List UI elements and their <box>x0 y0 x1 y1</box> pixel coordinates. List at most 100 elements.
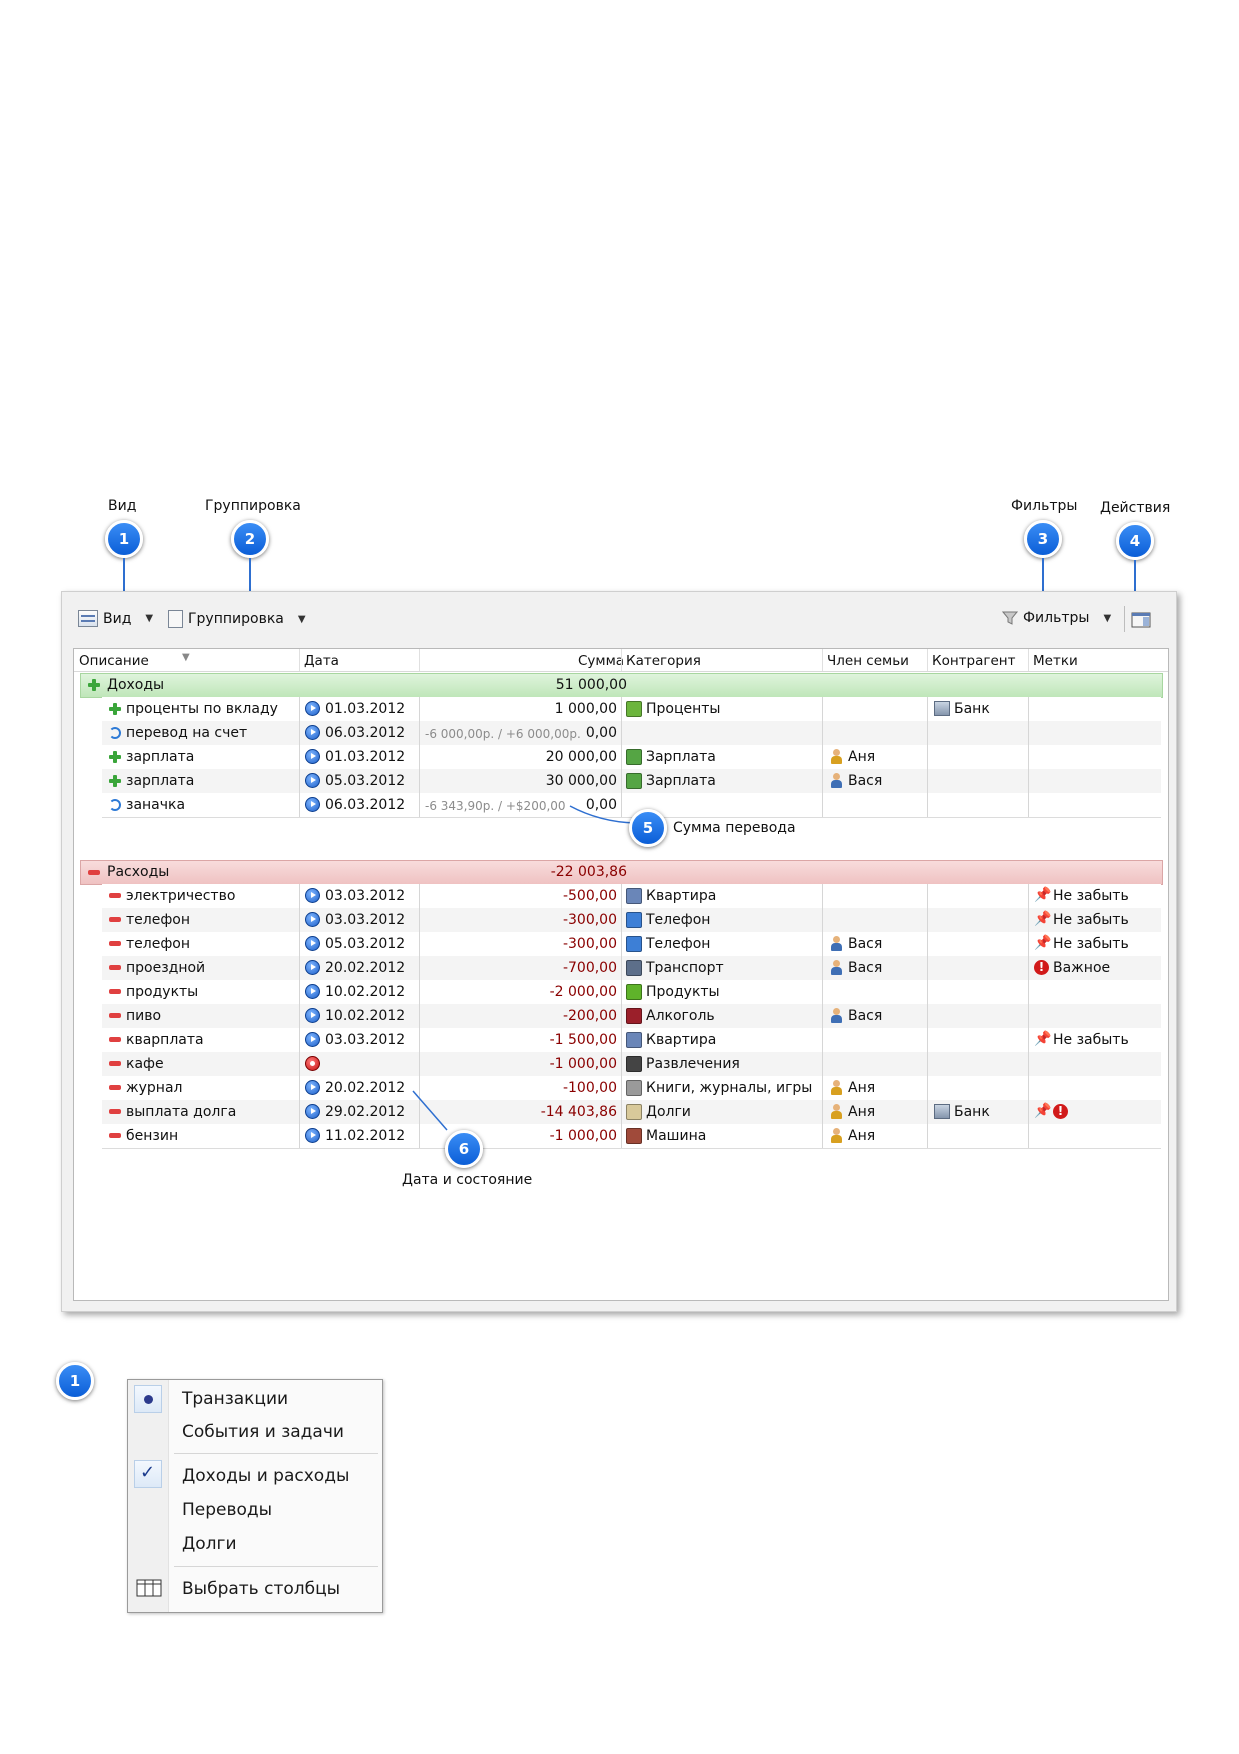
group-label: Расходы <box>107 864 170 880</box>
chevron-down-icon[interactable]: ▼ <box>298 614 306 625</box>
column-divider <box>299 932 300 956</box>
transactions-grid: Описание ▼ Дата Сумма Категория Член сем… <box>73 648 1169 1301</box>
column-divider <box>299 1052 300 1076</box>
menu-item-debts[interactable]: Долги <box>182 1534 237 1554</box>
overdue-status-icon[interactable] <box>305 1056 320 1071</box>
column-header-description[interactable]: Описание <box>79 653 149 669</box>
column-header-family-member[interactable]: Член семьи <box>827 653 909 669</box>
person-icon <box>830 749 842 765</box>
group-sum: -22 003,86 <box>550 864 627 880</box>
row-date: 05.03.2012 <box>325 773 406 789</box>
column-divider <box>822 884 823 908</box>
row-description: пиво <box>126 1008 162 1024</box>
transfer-sum: -6 000,00р. / +6 000,00р. <box>425 727 581 741</box>
column-divider <box>822 908 823 932</box>
row-amount: -1 000,00 <box>549 1128 617 1144</box>
filters-button[interactable]: Фильтры ▼ <box>1002 610 1111 626</box>
sort-arrow-icon[interactable]: ▼ <box>182 652 190 663</box>
column-divider <box>927 1052 928 1076</box>
chevron-down-icon[interactable]: ▼ <box>1103 613 1111 624</box>
row-description: кварплата <box>126 1032 204 1048</box>
menu-item-income-expenses[interactable]: Доходы и расходы <box>182 1466 349 1486</box>
scheduled-date-icon[interactable] <box>305 1032 320 1047</box>
callout-label-grouping: Группировка <box>205 498 301 514</box>
column-divider <box>927 908 928 932</box>
scheduled-date-icon[interactable] <box>305 1128 320 1143</box>
scheduled-date-icon[interactable] <box>305 1008 320 1023</box>
column-divider <box>927 1004 928 1028</box>
table-row[interactable]: пиво 10.02.2012 -200,00 Алкоголь Вася <box>102 1004 1161 1029</box>
column-header-amount[interactable]: Сумма <box>578 653 624 669</box>
callout-label-filters: Фильтры <box>1011 498 1078 514</box>
row-category: Зарплата <box>646 773 716 789</box>
row-category: Транспорт <box>646 960 724 976</box>
column-divider <box>822 793 823 817</box>
minus-icon <box>109 917 121 922</box>
column-header-category[interactable]: Категория <box>626 653 701 669</box>
row-date: 29.02.2012 <box>325 1104 406 1120</box>
row-date: 01.03.2012 <box>325 701 406 717</box>
row-date: 03.03.2012 <box>325 888 406 904</box>
table-row[interactable]: электричество 03.03.2012 -500,00 Квартира 📌 Н… <box>102 884 1161 909</box>
row-amount: 20 000,00 <box>545 749 617 765</box>
column-divider <box>822 721 823 745</box>
minus-icon <box>109 965 121 970</box>
column-divider <box>419 769 420 793</box>
pushpin-icon: 📌 <box>1034 887 1052 903</box>
table-row[interactable]: проценты по вкладу 01.03.2012 1 000,00 Проц… <box>102 697 1161 722</box>
row-description: проценты по вкладу <box>126 701 278 717</box>
category-icon <box>626 984 642 1000</box>
table-row[interactable]: телефон 05.03.2012 -300,00 Телефон Вася 📌 Не з… <box>102 932 1161 957</box>
row-amount: -100,00 <box>562 1080 617 1096</box>
column-header-counterparty[interactable]: Контрагент <box>932 653 1015 669</box>
view-button[interactable]: Вид ▼ <box>78 610 153 627</box>
scheduled-date-icon[interactable] <box>305 1080 320 1095</box>
minus-icon <box>109 1085 121 1090</box>
scheduled-date-icon[interactable] <box>305 936 320 951</box>
category-icon <box>626 888 642 904</box>
scheduled-date-icon[interactable] <box>305 749 320 764</box>
row-tag: Важное <box>1053 960 1111 976</box>
scheduled-date-icon[interactable] <box>305 888 320 903</box>
row-description: проездной <box>126 960 206 976</box>
table-row[interactable]: перевод на счет 06.03.2012 -6 000,00р. / +… <box>102 721 1161 746</box>
column-divider <box>299 1004 300 1028</box>
funnel-icon <box>1002 611 1018 625</box>
group-row-income[interactable]: Доходы 51 000,00 <box>80 673 1163 698</box>
menu-separator <box>174 1566 378 1567</box>
column-header-date[interactable]: Дата <box>304 653 339 669</box>
callout-badge-1: 1 <box>105 520 143 558</box>
menu-item-transfers[interactable]: Переводы <box>182 1500 272 1520</box>
scheduled-date-icon[interactable] <box>305 773 320 788</box>
category-icon <box>626 1104 642 1120</box>
table-row[interactable]: зарплата 01.03.2012 20 000,00 Зарплата Аня <box>102 745 1161 770</box>
callout-badge-3: 3 <box>1024 520 1062 558</box>
table-row[interactable]: журнал 20.02.2012 -100,00 Книги, журналы, и… <box>102 1076 1161 1101</box>
scheduled-date-icon[interactable] <box>305 1104 320 1119</box>
table-row[interactable]: проездной 20.02.2012 -700,00 Транспорт Вася!… <box>102 956 1161 981</box>
scheduled-date-icon[interactable] <box>305 725 320 740</box>
row-category: Проценты <box>646 701 721 717</box>
row-category: Квартира <box>646 1032 717 1048</box>
scheduled-date-icon[interactable] <box>305 912 320 927</box>
menu-item-transactions[interactable]: Транзакции <box>182 1389 288 1409</box>
bank-icon <box>934 1104 950 1119</box>
menu-item-choose-columns[interactable]: Выбрать столбцы <box>182 1579 340 1599</box>
actions-button[interactable] <box>1131 612 1151 632</box>
chevron-down-icon[interactable]: ▼ <box>145 613 153 624</box>
table-row[interactable]: кафе -1 000,00 Развлечения <box>102 1052 1161 1077</box>
grouping-button[interactable]: Группировка ▼ <box>168 610 306 628</box>
menu-item-events-tasks[interactable]: События и задачи <box>182 1422 344 1442</box>
table-row[interactable]: кварплата 03.03.2012 -1 500,00 Квартира 📌 Не … <box>102 1028 1161 1053</box>
table-row[interactable]: телефон 03.03.2012 -300,00 Телефон 📌 Не забыт… <box>102 908 1161 933</box>
table-row[interactable]: бензин 11.02.2012 -1 000,00 Машина Аня <box>102 1124 1161 1149</box>
table-row[interactable]: выплата долга 29.02.2012 -14 403,86 Долги Ан… <box>102 1100 1161 1125</box>
table-row[interactable]: продукты 10.02.2012 -2 000,00 Продукты <box>102 980 1161 1005</box>
scheduled-date-icon[interactable] <box>305 701 320 716</box>
group-row-expenses[interactable]: Расходы -22 003,86 <box>80 860 1163 885</box>
column-header-tags[interactable]: Метки <box>1033 653 1078 669</box>
scheduled-date-icon[interactable] <box>305 960 320 975</box>
scheduled-date-icon[interactable] <box>305 984 320 999</box>
row-category: Квартира <box>646 888 717 904</box>
scheduled-date-icon[interactable] <box>305 797 320 812</box>
